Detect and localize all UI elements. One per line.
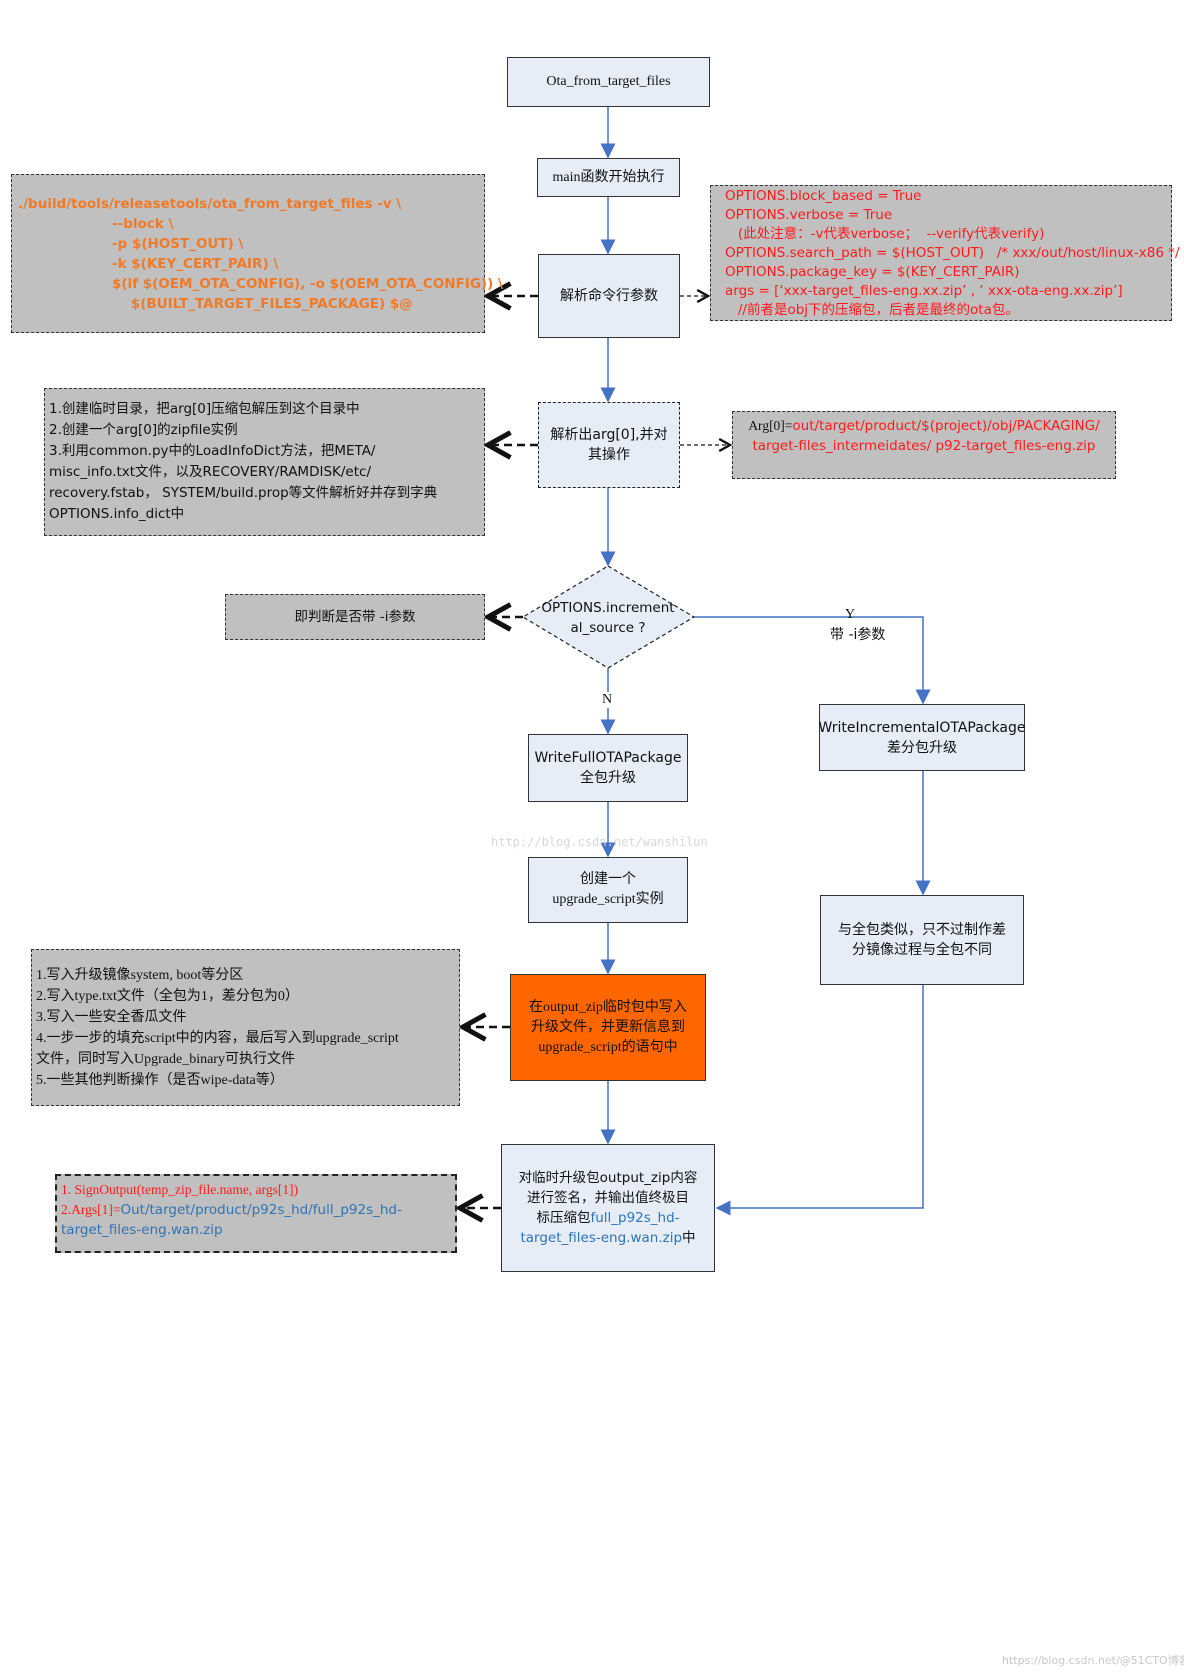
node-line: 对临时升级包output_zip内容 — [518, 1170, 698, 1186]
note-line: //前者是obj下的压缩包，后者是最终的ota包。 — [725, 301, 1019, 318]
parse-args-node: 解析命令行参数 — [538, 254, 680, 338]
note-line: 3.写入一些安全香瓜文件 — [36, 1009, 187, 1025]
note-line: OPTIONS.block_based = True — [725, 187, 922, 204]
node-line: 分镜像过程与全包不同 — [852, 942, 992, 958]
node-line: 差分包升级 — [887, 739, 957, 756]
arg0-steps-note: 1.创建临时目录，把arg[0]压缩包解压到这个目录中 2.创建一个arg[0]… — [44, 388, 485, 536]
arg0-path-line: out/target/product/$(project)/obj/PACKAG… — [792, 418, 1100, 434]
note-line: OPTIONS.verbose = True — [725, 206, 893, 223]
no-label: N — [602, 692, 613, 708]
node-line: 进行签名，并输出值终极目 — [527, 1190, 689, 1206]
start-node: Ota_from_target_files — [507, 57, 710, 107]
command-note: ./build/tools/releasetools/ota_from_targ… — [11, 174, 503, 333]
note-line: --block \ — [18, 215, 174, 232]
node-line-blue: target_files-eng.wan.zip — [520, 1230, 683, 1246]
note-line: 文件，同时写入Upgrade_binary可执行文件 — [36, 1051, 295, 1067]
check-i-note: 即判断是否带 -i参数 — [225, 594, 485, 640]
node-line: 在output_zip临时包中写入 — [529, 999, 687, 1015]
note-line: 4.一步一步的填充script中的内容，最后写入到upgrade_script — [36, 1030, 399, 1046]
watermark-center: http://blog.csdn.net/wanshilun — [491, 835, 708, 849]
node-line-blue: full_p92s_hd- — [590, 1210, 680, 1226]
node-line: WriteIncrementalOTAPackage — [818, 719, 1026, 736]
yes-label: Y — [845, 607, 856, 622]
create-script-node: 创建一个 upgrade_script实例 — [528, 857, 688, 923]
arg0-path-line: target-files_intermeidates/ p92-target_f… — [752, 438, 1096, 454]
note-line-blue: target_files-eng.wan.zip — [61, 1222, 223, 1238]
yes-sublabel: 带 -i参数 — [830, 627, 886, 643]
arg0-prefix: Arg[0]= — [748, 418, 793, 433]
note-line: (此处注意：-v代表verbose； --verify代表verify) — [725, 225, 1045, 242]
note-line: OPTIONS.search_path = $(HOST_OUT) /* xxx… — [725, 244, 1180, 261]
main-node: main函数开始执行 — [537, 158, 680, 197]
check-i-label: 即判断是否带 -i参数 — [294, 609, 416, 625]
note-line: OPTIONS.info_dict中 — [49, 506, 185, 522]
note-line: 2.Args[1]= — [61, 1202, 121, 1217]
main-label: main函数开始执行 — [552, 169, 665, 185]
note-line: 5.一些其他判断操作（是否wipe-data等） — [36, 1072, 284, 1088]
parse-arg0-node: 解析出arg[0],并对 其操作 — [538, 402, 680, 488]
note-line: -p $(HOST_OUT) \ — [18, 235, 244, 252]
start-label: Ota_from_target_files — [546, 74, 671, 89]
node-line: 标压缩包 — [536, 1210, 591, 1226]
decision-line: OPTIONS.increment — [541, 600, 675, 616]
write-steps-note: 1.写入升级镜像system, boot等分区 2.写入type.txt文件（全… — [31, 949, 460, 1106]
write-zip-node: 在output_zip临时包中写入 升级文件，并更新信息到 upgrade_sc… — [510, 974, 706, 1081]
node-line: 中 — [682, 1230, 696, 1246]
note-line: recovery.fstab， SYSTEM/build.prop等文件解析好并… — [49, 485, 438, 501]
note-line: 1.写入升级镜像system, boot等分区 — [36, 967, 244, 983]
node-line: 全包升级 — [580, 770, 636, 786]
similar-node: 与全包类似，只不过制作差 分镜像过程与全包不同 — [820, 895, 1024, 985]
node-line: 升级文件，并更新信息到 — [531, 1019, 685, 1035]
note-line: 1.创建临时目录，把arg[0]压缩包解压到这个目录中 — [49, 401, 360, 417]
sign-node: 对临时升级包output_zip内容 进行签名，并输出值终极目 标压缩包full… — [501, 1144, 715, 1272]
node-line: 创建一个 — [580, 872, 636, 887]
note-line: 2.创建一个arg[0]的zipfile实例 — [49, 422, 238, 438]
node-line: 解析出arg[0],并对 — [550, 427, 668, 443]
node-line: upgrade_script的语句中 — [538, 1039, 678, 1055]
write-incremental-node: WriteIncrementalOTAPackage 差分包升级 — [819, 704, 1025, 771]
note-line: 1. SignOutput(temp_zip_file.name, args[1… — [61, 1182, 299, 1197]
node-line: 其操作 — [588, 447, 630, 463]
parse-args-label: 解析命令行参数 — [560, 288, 658, 304]
note-line: misc_info.txt文件，以及RECOVERY/RAMDISK/etc/ — [49, 464, 371, 480]
watermark-corner: https://blog.csdn.net/@51CTO博客 — [1002, 1654, 1184, 1667]
edge-decision-incremental — [694, 616, 931, 705]
note-line: $(BUILT_TARGET_FILES_PACKAGE) $@ — [18, 295, 413, 312]
note-line: 2.写入type.txt文件（全包为1，差分包为0） — [36, 988, 299, 1004]
write-full-node: WriteFullOTAPackage 全包升级 — [528, 734, 688, 802]
note-line: ./build/tools/releasetools/ota_from_targ… — [18, 195, 402, 212]
sign-steps-note: 1. SignOutput(temp_zip_file.name, args[1… — [55, 1174, 457, 1253]
decision-line: al_source ? — [570, 620, 646, 636]
node-line: WriteFullOTAPackage — [534, 750, 682, 766]
note-line: 3.利用common.py中的LoadInfoDict方法，把META/ — [49, 443, 376, 459]
note-line: -k $(KEY_CERT_PAIR) \ — [18, 255, 279, 272]
node-line: 与全包类似，只不过制作差 — [838, 922, 1006, 938]
note-line-blue: Out/target/product/p92s_hd/full_p92s_hd- — [120, 1202, 402, 1218]
node-line: upgrade_script实例 — [552, 892, 664, 907]
edge-similar-sign — [715, 985, 924, 1216]
options-note: OPTIONS.block_based = True OPTIONS.verbo… — [710, 185, 1180, 321]
decision-label: OPTIONS.increment al_source ? — [530, 596, 686, 640]
note-line: OPTIONS.package_key = $(KEY_CERT_PAIR) — [725, 263, 1020, 280]
note-line: $(if $(OEM_OTA_CONFIG), -o $(OEM_OTA_CON… — [18, 275, 503, 292]
arg0-path-note: Arg[0]=out/target/product/$(project)/obj… — [732, 411, 1116, 479]
note-line: args = [‘xxx-target_files-eng.xx.zip’ , … — [725, 282, 1123, 299]
